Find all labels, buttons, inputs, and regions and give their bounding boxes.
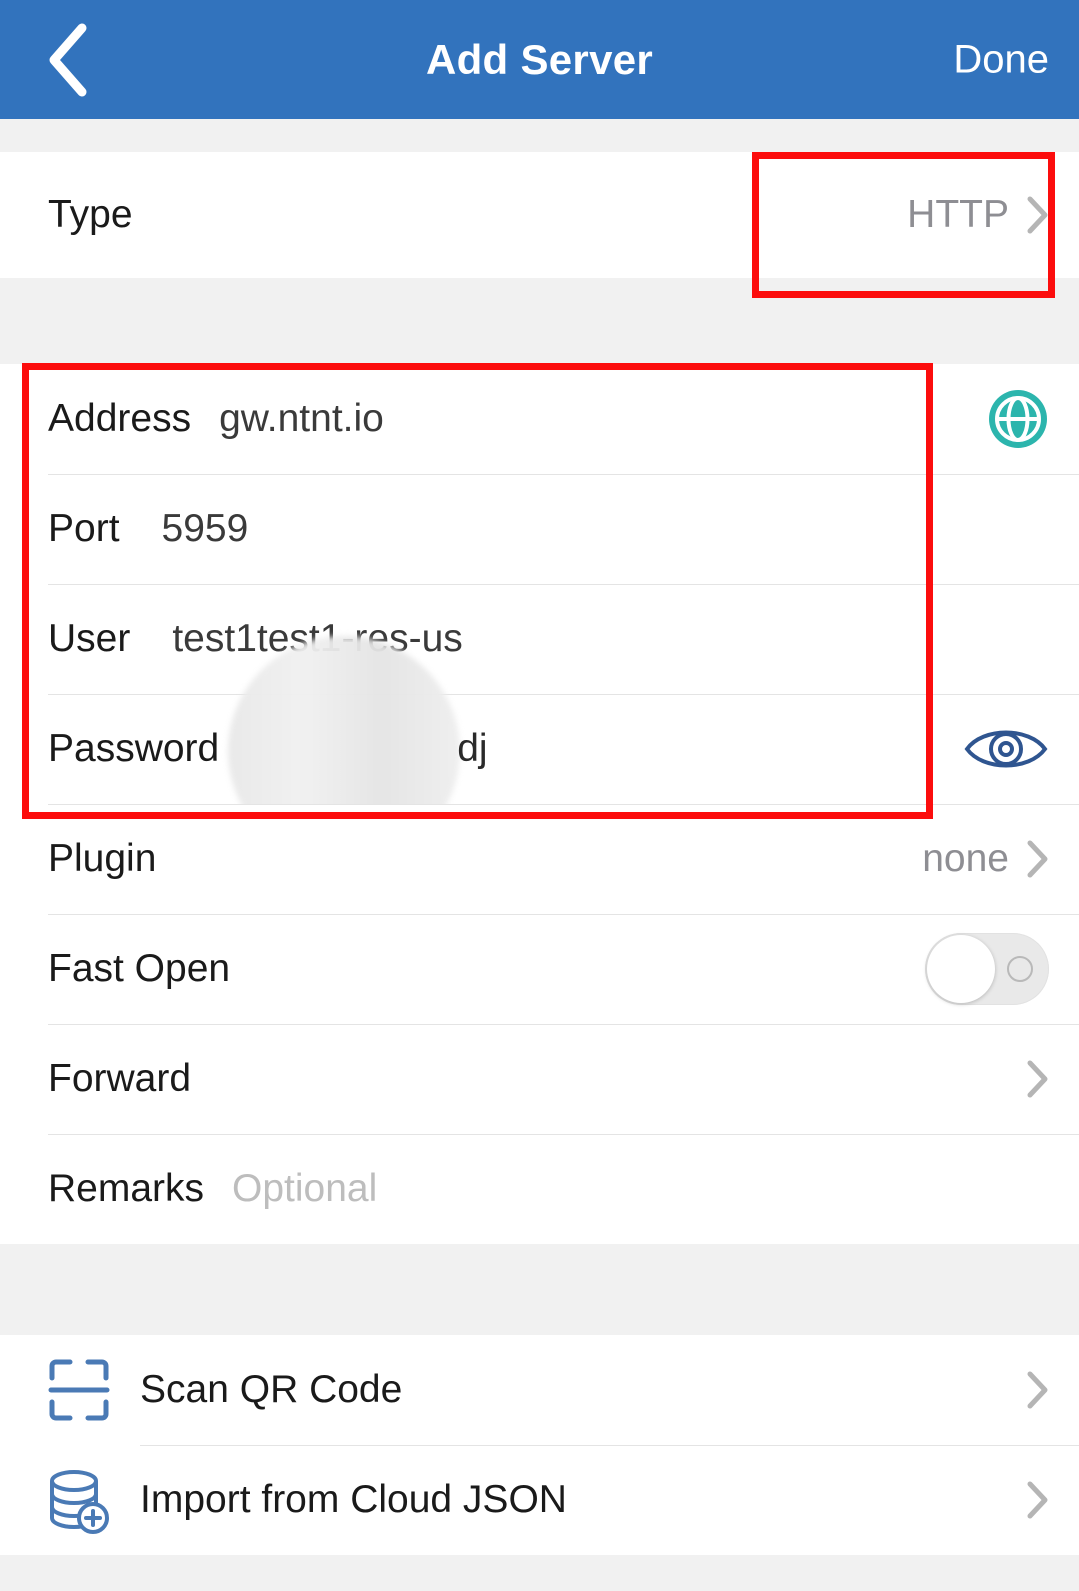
row-scan-qr-code[interactable]: Scan QR Code <box>0 1335 1079 1445</box>
import-cloud-json-label: Import from Cloud JSON <box>140 1478 567 1521</box>
import-section: Scan QR Code Import from Cloud JSON <box>0 1335 1079 1555</box>
type-label: Type <box>48 193 133 236</box>
user-label: User <box>48 617 131 660</box>
type-section: Type HTTP <box>0 152 1079 278</box>
database-add-icon <box>48 1468 110 1534</box>
add-server-screen: Add Server Done Type HTTP Address gw.ntn… <box>0 0 1079 1591</box>
scan-qr-code-label: Scan QR Code <box>140 1368 403 1411</box>
back-button[interactable] <box>32 20 102 100</box>
port-label: Port <box>48 507 120 550</box>
type-value: HTTP <box>907 193 1009 236</box>
toggle-off-indicator <box>1007 956 1033 982</box>
password-label: Password <box>48 727 220 770</box>
chevron-left-icon <box>44 22 90 98</box>
row-forward[interactable]: Forward <box>0 1024 1079 1134</box>
qr-scan-icon <box>48 1358 110 1422</box>
password-input[interactable]: dj <box>457 727 487 771</box>
address-input[interactable]: gw.ntnt.io <box>219 397 384 441</box>
toggle-knob <box>927 935 995 1003</box>
plugin-label: Plugin <box>48 837 157 880</box>
row-address[interactable]: Address gw.ntnt.io <box>0 364 1079 474</box>
user-input[interactable]: test1test1-res-us <box>172 617 462 661</box>
chevron-right-icon <box>1027 840 1049 878</box>
fast-open-label: Fast Open <box>48 947 231 990</box>
chevron-right-icon <box>1027 196 1049 234</box>
forward-label: Forward <box>48 1057 192 1100</box>
chevron-right-icon <box>1027 1371 1049 1409</box>
row-type[interactable]: Type HTTP <box>0 152 1079 278</box>
row-password[interactable]: Password dj <box>0 636 1079 866</box>
address-label: Address <box>48 397 192 440</box>
port-input[interactable]: 5959 <box>162 507 249 551</box>
row-import-cloud-json[interactable]: Import from Cloud JSON <box>0 1445 1079 1555</box>
chevron-right-icon <box>1027 1481 1049 1519</box>
row-port[interactable]: Port 5959 <box>0 474 1079 584</box>
row-user[interactable]: User test1test1-res-us <box>0 584 1079 694</box>
fast-open-toggle[interactable] <box>925 933 1049 1005</box>
row-plugin[interactable]: Plugin none <box>0 804 1079 914</box>
section-gap-2 <box>0 1247 1079 1335</box>
navigation-bar: Add Server Done <box>0 0 1079 119</box>
chevron-right-icon <box>1027 1060 1049 1098</box>
globe-icon[interactable] <box>987 388 1049 450</box>
page-title: Add Server <box>425 35 654 83</box>
section-gap-top <box>0 119 1079 152</box>
eye-icon[interactable] <box>963 722 1049 776</box>
remarks-label: Remarks <box>48 1167 205 1210</box>
plugin-value: none <box>922 837 1009 880</box>
done-button[interactable]: Done <box>953 37 1049 82</box>
row-fast-open[interactable]: Fast Open <box>0 914 1079 1024</box>
remarks-input[interactable]: Optional <box>232 1167 377 1211</box>
section-gap-1 <box>0 278 1079 364</box>
bottom-gap <box>0 1555 1079 1591</box>
server-details-section: Address gw.ntnt.io Port 5959 User test1t… <box>0 364 1079 1244</box>
row-remarks[interactable]: Remarks Optional <box>0 1134 1079 1244</box>
